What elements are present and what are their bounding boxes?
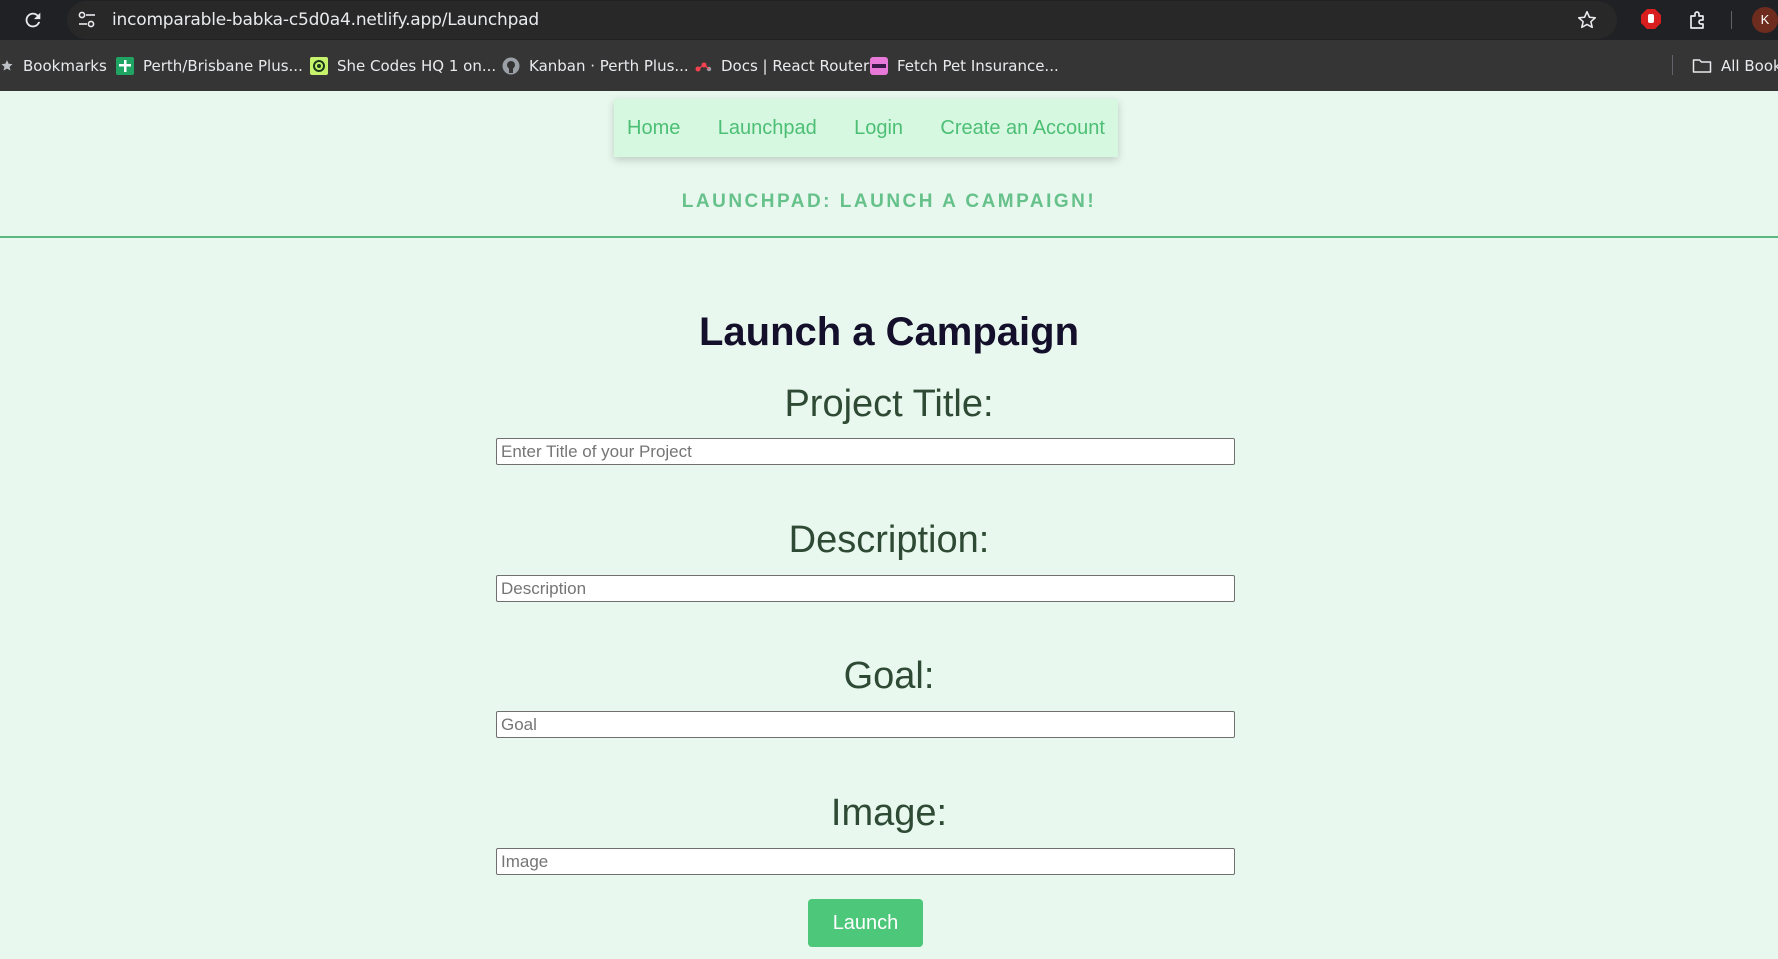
bookmark-she-codes[interactable]: She Codes HQ 1 on...: [310, 40, 496, 91]
main-nav: Home Launchpad Login Create an Account: [614, 99, 1118, 157]
bookmarks-separator: [1672, 55, 1673, 75]
description-input[interactable]: [496, 575, 1235, 602]
extensions-puzzle-icon[interactable]: [1686, 8, 1710, 32]
profile-avatar[interactable]: K: [1752, 7, 1778, 33]
bookmark-react-router[interactable]: Docs | React Router: [694, 40, 869, 91]
bookmark-label: Perth/Brisbane Plus...: [143, 56, 303, 75]
bookmark-label: Kanban · Perth Plus...: [529, 56, 689, 75]
bookmark-label: Docs | React Router: [721, 56, 870, 75]
goal-label: Goal:: [843, 655, 935, 697]
goal-input[interactable]: [496, 711, 1235, 738]
form-title: Launch a Campaign: [698, 310, 1080, 354]
image-label: Image:: [830, 792, 948, 834]
nav-home-link[interactable]: Home: [627, 117, 680, 140]
nav-create-account-link[interactable]: Create an Account: [940, 117, 1105, 140]
bookmarks-bar: Bookmarks Perth/Brisbane Plus... She Cod…: [0, 40, 1778, 91]
launch-button[interactable]: Launch: [808, 899, 923, 947]
project-title-label: Project Title:: [784, 383, 994, 425]
bookmark-star-icon[interactable]: [1576, 9, 1598, 31]
github-icon: [502, 57, 520, 74]
site-settings-icon[interactable]: [77, 9, 97, 31]
page-banner: LAUNCHPAD: LAUNCH A CAMPAIGN!: [681, 191, 1097, 212]
bookmarks-folder[interactable]: Bookmarks: [0, 40, 107, 91]
react-router-icon: [695, 62, 712, 71]
nav-launchpad-link[interactable]: Launchpad: [718, 117, 817, 140]
page-content: Home Launchpad Login Create an Account L…: [0, 91, 1778, 959]
banner-divider: [0, 236, 1778, 238]
bookmark-fetch[interactable]: Fetch Pet Insurance...: [870, 40, 1059, 91]
green-plus-icon: [116, 56, 134, 75]
all-bookmarks-folder[interactable]: All Book: [1692, 40, 1778, 91]
star-icon: [1, 59, 13, 71]
adblock-extension-icon[interactable]: [1640, 8, 1662, 30]
bookmark-label: All Book: [1721, 56, 1778, 75]
nav-login-link[interactable]: Login: [854, 117, 903, 140]
she-codes-icon: [310, 56, 328, 75]
bookmark-label: She Codes HQ 1 on...: [337, 56, 497, 75]
browser-toolbar: incomparable-babka-c5d0a4.netlify.app/La…: [0, 0, 1778, 40]
fetch-icon: [870, 56, 888, 75]
bookmark-kanban[interactable]: Kanban · Perth Plus...: [502, 40, 689, 91]
bookmark-perth-brisbane[interactable]: Perth/Brisbane Plus...: [116, 40, 303, 91]
description-label: Description:: [788, 519, 990, 561]
folder-icon: [1692, 58, 1712, 73]
project-title-input[interactable]: [496, 438, 1235, 465]
bookmark-label: Fetch Pet Insurance...: [897, 56, 1059, 75]
url-text[interactable]: incomparable-babka-c5d0a4.netlify.app/La…: [112, 0, 539, 40]
toolbar-separator: [1731, 11, 1732, 29]
reload-icon[interactable]: [22, 9, 44, 31]
bookmark-label: Bookmarks: [23, 56, 107, 75]
image-input[interactable]: [496, 848, 1235, 875]
